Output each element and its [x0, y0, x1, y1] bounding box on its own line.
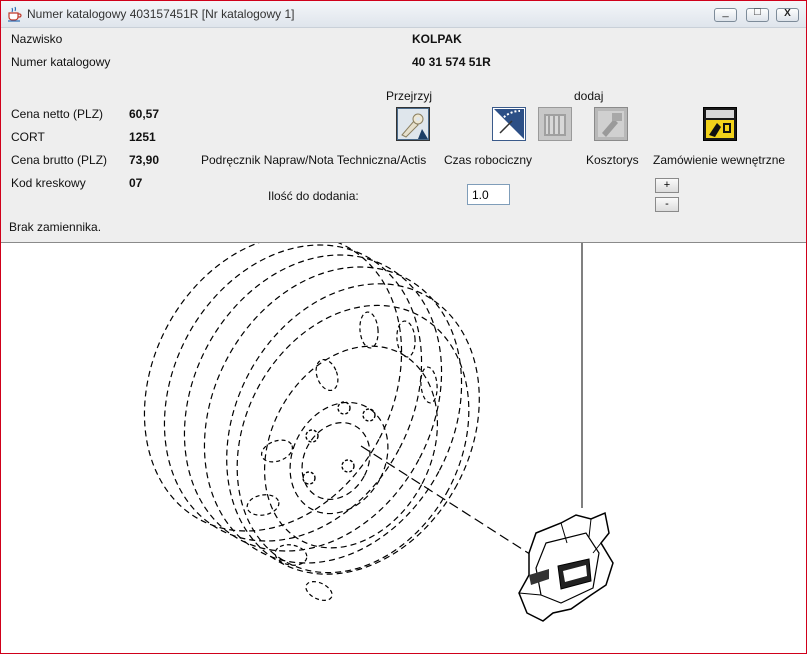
- title-bar[interactable]: Numer katalogowy 403157451R [Nr katalogo…: [1, 1, 806, 28]
- hubcap-part: [518, 511, 614, 622]
- net-price-value: 60,57: [129, 107, 160, 121]
- add-header: dodaj: [574, 89, 604, 103]
- java-cup-icon: [8, 6, 22, 22]
- repair-manual-label: Podręcznik Napraw/Nota Techniczna/Actis: [201, 153, 427, 167]
- barcode-value: 07: [129, 176, 143, 190]
- catalog-number-value: 40 31 574 51R: [412, 55, 491, 69]
- add-disabled-icon[interactable]: [538, 107, 572, 141]
- internal-order-icon[interactable]: [703, 107, 737, 141]
- browse-header: Przejrzyj: [386, 89, 433, 103]
- maximize-icon: □: [754, 6, 761, 18]
- estimate-icon[interactable]: [594, 107, 628, 141]
- cort-value: 1251: [129, 130, 156, 144]
- wheel-hubcap-diagram: [143, 234, 614, 622]
- gross-price-label: Cena brutto (PLZ): [11, 153, 108, 167]
- close-icon: X: [784, 8, 791, 19]
- maximize-button[interactable]: □: [746, 6, 769, 22]
- minimize-icon: _: [722, 6, 729, 18]
- details-panel: Nazwisko KOLPAK Numer katalogowy 40 31 5…: [1, 28, 806, 243]
- repair-manual-icon[interactable]: [396, 107, 430, 141]
- catalog-number-label: Numer katalogowy: [11, 55, 111, 69]
- minimize-button[interactable]: _: [714, 6, 737, 22]
- name-label: Nazwisko: [11, 32, 63, 46]
- close-button[interactable]: X: [776, 8, 799, 22]
- internal-order-label: Zamówienie wewnętrzne: [653, 153, 786, 167]
- no-replacement-status: Brak zamiennika.: [9, 220, 102, 234]
- cort-label: CORT: [11, 130, 45, 144]
- name-value: KOLPAK: [412, 32, 462, 46]
- quantity-label: Ilość do dodania:: [268, 189, 359, 203]
- net-price-label: Cena netto (PLZ): [11, 107, 104, 121]
- barcode-label: Kod kreskowy: [11, 176, 86, 190]
- part-drawing-area: [1, 234, 806, 653]
- quantity-increment-button[interactable]: +: [655, 178, 679, 193]
- window-title: Numer katalogowy 403157451R [Nr katalogo…: [27, 7, 295, 21]
- part-details-window: Numer katalogowy 403157451R [Nr katalogo…: [0, 0, 807, 654]
- estimate-label: Kosztorys: [586, 153, 639, 167]
- quantity-decrement-button[interactable]: -: [655, 197, 679, 212]
- quantity-input[interactable]: [467, 184, 510, 205]
- gross-price-value: 73,90: [129, 153, 160, 167]
- labor-time-icon[interactable]: [492, 107, 526, 141]
- labor-time-label: Czas robociczny: [444, 153, 533, 167]
